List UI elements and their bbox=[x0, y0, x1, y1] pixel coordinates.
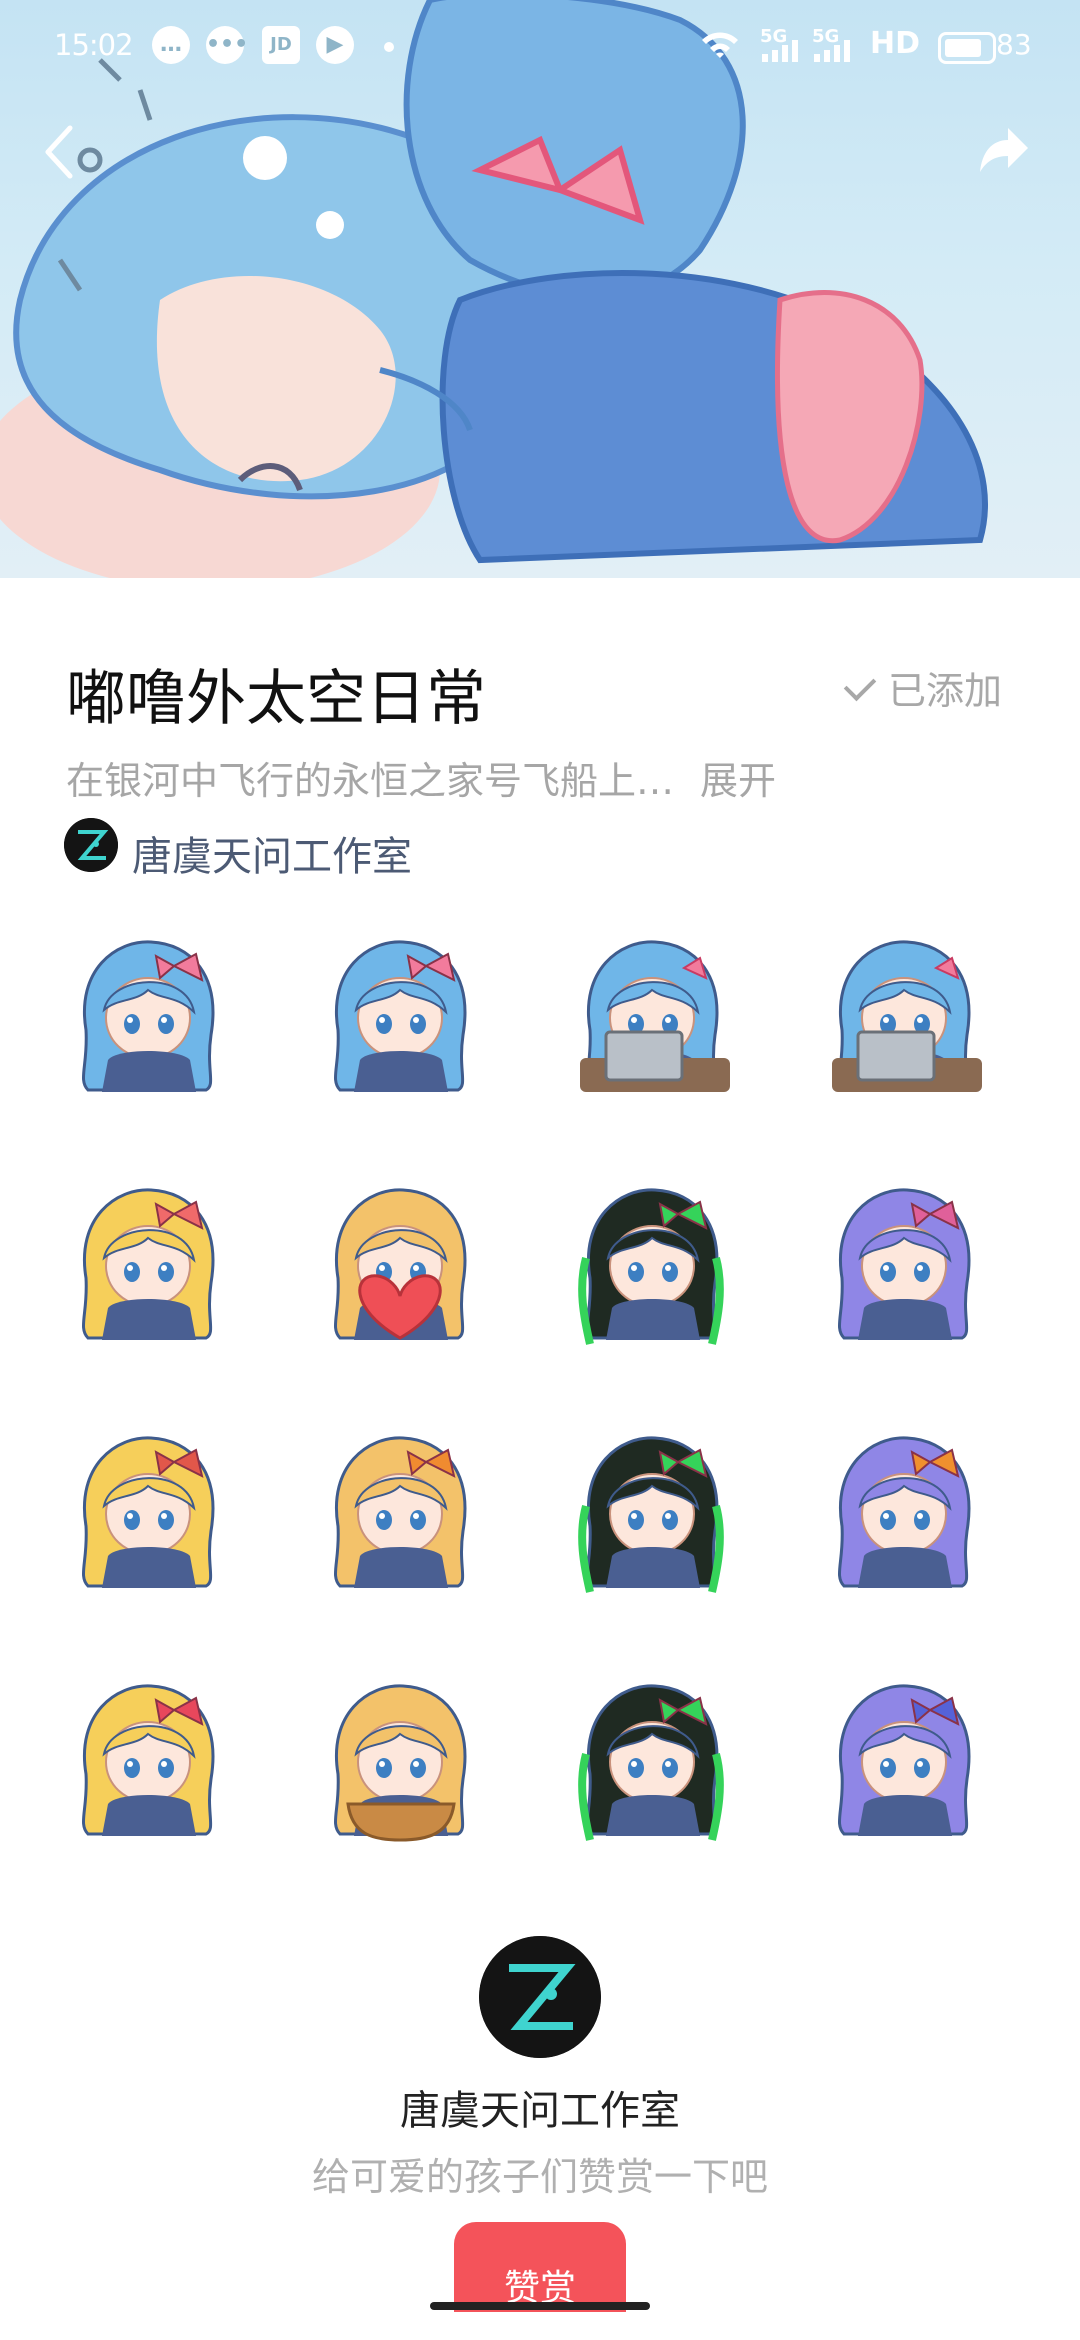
signal-icon-2 bbox=[814, 40, 850, 62]
sticker-12[interactable] bbox=[812, 1416, 992, 1596]
pack-title: 嘟噜外太空日常 bbox=[66, 664, 486, 734]
sticker-2[interactable] bbox=[308, 920, 488, 1100]
sticker-11[interactable] bbox=[560, 1416, 740, 1596]
sticker-16[interactable] bbox=[812, 1664, 992, 1844]
cover-banner: 15:02 … ••• JD ▶ 5G 5G HD 83 bbox=[0, 0, 1080, 578]
signal-icon bbox=[762, 40, 798, 62]
reward-button[interactable]: 赞赏 bbox=[454, 2222, 626, 2312]
chat-icon: ••• bbox=[206, 26, 248, 64]
sticker-10[interactable] bbox=[308, 1416, 488, 1596]
check-icon bbox=[843, 668, 877, 702]
hd-label: HD bbox=[870, 26, 921, 61]
home-indicator[interactable] bbox=[430, 2302, 650, 2310]
sticker-8[interactable] bbox=[812, 1168, 992, 1348]
jd-app-icon: JD bbox=[262, 26, 300, 64]
notification-dot-icon bbox=[384, 42, 394, 52]
added-status[interactable]: 已添加 bbox=[843, 660, 1003, 715]
battery-icon bbox=[938, 32, 996, 64]
author-name[interactable]: 唐虞天问工作室 bbox=[132, 824, 412, 882]
wifi-icon bbox=[702, 32, 738, 58]
status-time: 15:02 bbox=[54, 28, 134, 62]
status-bar: 15:02 … ••• JD ▶ 5G 5G HD 83 bbox=[0, 0, 1080, 96]
share-arrow-icon[interactable] bbox=[976, 122, 1032, 178]
sticker-14[interactable] bbox=[308, 1664, 488, 1844]
added-label: 已添加 bbox=[888, 669, 1003, 713]
message-icon: … bbox=[152, 26, 190, 64]
expand-link[interactable]: 展开 bbox=[700, 750, 776, 805]
battery-level: 83 bbox=[996, 28, 1032, 61]
author-avatar-small[interactable] bbox=[64, 818, 118, 872]
author-avatar-large[interactable] bbox=[479, 1936, 601, 2058]
pack-description: 在银河中飞行的永恒之家号飞船上… bbox=[66, 759, 675, 803]
sticker-3[interactable] bbox=[560, 920, 740, 1100]
sticker-4[interactable] bbox=[812, 920, 992, 1100]
play-icon: ▶ bbox=[316, 26, 354, 64]
sticker-6[interactable] bbox=[308, 1168, 488, 1348]
chevron-left-icon[interactable] bbox=[40, 122, 80, 182]
sticker-1[interactable] bbox=[56, 920, 236, 1100]
sticker-5[interactable] bbox=[56, 1168, 236, 1348]
sticker-13[interactable] bbox=[56, 1664, 236, 1844]
tip-text: 给可爱的孩子们赞赏一下吧 bbox=[311, 2155, 768, 2199]
author-card-name: 唐虞天问工作室 bbox=[400, 2088, 680, 2134]
sticker-7[interactable] bbox=[560, 1168, 740, 1348]
sticker-15[interactable] bbox=[560, 1664, 740, 1844]
sticker-9[interactable] bbox=[56, 1416, 236, 1596]
